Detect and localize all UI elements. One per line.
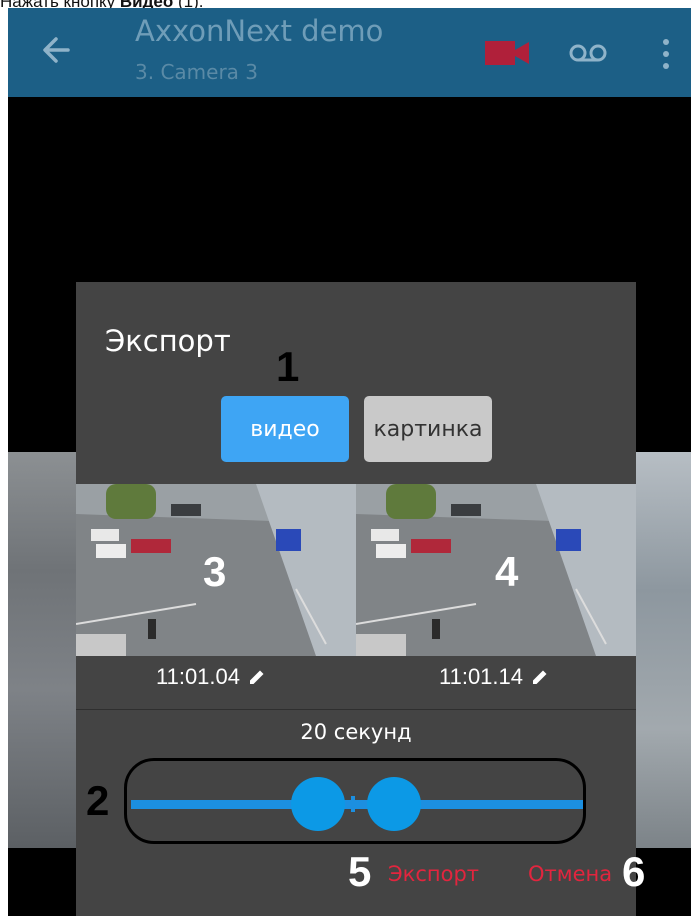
end-time-value: 11:01.14 [439,664,524,689]
voicemail-icon[interactable] [568,42,608,64]
cancel-button[interactable]: Отмена [528,862,612,886]
start-time[interactable]: 11:01.04 [156,660,266,694]
callout-number-6: 6 [622,848,646,895]
callout-number-3: 3 [203,548,227,595]
camera-subtitle: 3. Camera 3 [135,60,259,84]
more-vertical-icon[interactable] [656,36,676,72]
callout-number-4: 4 [495,548,519,595]
app-bar: AxxonNext demo 3. Camera 3 [8,8,691,97]
slider-highlight-outline [124,758,586,844]
app-title: AxxonNext demo [135,14,384,48]
start-time-value: 11:01.04 [156,664,241,689]
pencil-icon[interactable] [248,668,266,686]
pencil-icon[interactable] [531,668,549,686]
export-button[interactable]: Экспорт [388,862,479,886]
dialog-heading: Экспорт [105,324,231,358]
back-arrow-icon[interactable] [38,30,78,70]
callout-number-2: 2 [86,777,110,824]
background-video-right [636,452,691,848]
end-time[interactable]: 11:01.14 [439,660,549,694]
divider [76,709,636,710]
callout-number-1: 1 [276,343,300,390]
duration-label: 20 секунд [300,720,412,744]
video-mode-button[interactable]: видео [221,396,349,462]
background-video-left [8,452,76,848]
picture-mode-button[interactable]: картинка [364,396,492,462]
callout-number-5: 5 [348,848,372,895]
record-camera-icon[interactable] [484,38,530,68]
